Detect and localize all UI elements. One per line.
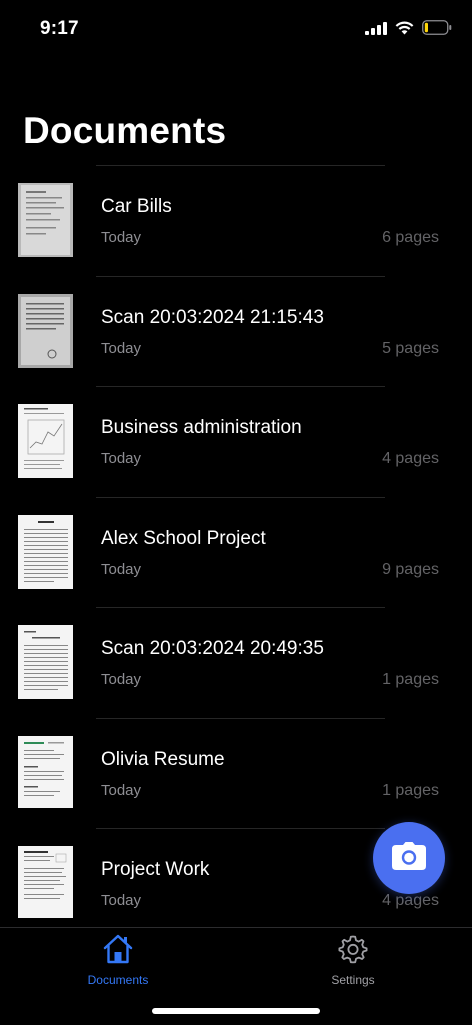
document-name: Business administration [101, 417, 302, 438]
document-thumbnail [18, 846, 73, 918]
battery-icon [422, 20, 452, 35]
house-icon [102, 934, 134, 969]
document-thumbnail [18, 735, 73, 808]
status-bar: 9:17 [0, 0, 472, 60]
document-date: Today [101, 892, 142, 909]
document-row[interactable]: Alex School Project Today 9 pages [0, 496, 472, 608]
document-thumbnail [18, 514, 73, 589]
document-name: Project Work [101, 859, 210, 880]
document-thumbnail [18, 183, 73, 257]
document-thumbnail [18, 404, 73, 478]
document-page-count: 5 pages [382, 339, 439, 357]
home-indicator [152, 1008, 320, 1014]
gear-icon [338, 934, 368, 969]
camera-icon [392, 841, 426, 875]
document-page-count: 6 pages [382, 229, 439, 246]
document-thumbnail [18, 293, 73, 368]
document-row[interactable]: Scan 20:03:2024 20:49:35 Today 1 pages [0, 607, 472, 718]
document-name: Scan 20:03:2024 20:49:35 [101, 638, 324, 659]
document-page-count: 9 pages [382, 560, 439, 578]
document-page-count: 4 pages [382, 450, 439, 467]
document-date: Today [101, 671, 142, 688]
document-page-count: 1 pages [382, 671, 439, 688]
document-date: Today [101, 339, 142, 357]
document-date: Today [101, 229, 142, 246]
document-name: Alex School Project [101, 527, 266, 549]
wifi-icon [395, 21, 414, 35]
document-row[interactable]: Olivia Resume Today 1 pages [0, 717, 472, 829]
document-row[interactable]: Scan 20:03:2024 21:15:43 Today 5 pages [0, 275, 472, 387]
status-icons [365, 20, 452, 35]
tab-label: Documents [87, 973, 149, 987]
document-name: Car Bills [101, 196, 172, 217]
scan-camera-button[interactable] [373, 822, 445, 894]
document-date: Today [101, 450, 142, 467]
document-date: Today [101, 560, 142, 578]
document-thumbnail [18, 625, 73, 699]
document-name: Scan 20:03:2024 21:15:43 [101, 306, 324, 328]
tab-settings[interactable]: Settings [293, 934, 413, 994]
document-row[interactable]: Business administration Today 4 pages [0, 386, 472, 497]
cellular-signal-icon [365, 21, 387, 35]
document-page-count: 1 pages [382, 781, 439, 799]
tab-label: Settings [331, 973, 375, 987]
page-title: Documents [23, 110, 227, 151]
status-time: 9:17 [40, 18, 79, 39]
document-name: Olivia Resume [101, 748, 225, 770]
document-date: Today [101, 781, 142, 799]
tab-documents[interactable]: Documents [58, 934, 178, 994]
document-row[interactable]: Car Bills Today 6 pages [0, 165, 472, 276]
document-page-count: 4 pages [382, 892, 439, 909]
